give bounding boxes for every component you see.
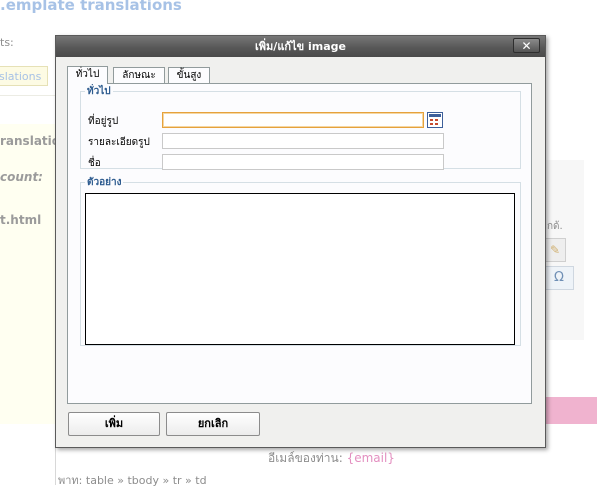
tab-advanced[interactable]: ขั้นสูง	[168, 67, 210, 83]
translations-tab[interactable]: slations	[0, 66, 48, 86]
tab-panel: ทั่วไป ที่อยู่รูป รายละเอียดรูป ชื่อ ตัว…	[67, 83, 532, 404]
status-path: พาท: table » tbody » tr » td	[58, 471, 207, 489]
insert-button[interactable]: เพิ่ม	[68, 412, 160, 436]
tab-appearance[interactable]: ลักษณะ	[113, 67, 165, 83]
file-browser-icon[interactable]	[427, 112, 443, 128]
count-label: count:	[0, 170, 43, 184]
image-url-label: ที่อยู่รูป	[88, 116, 119, 127]
left-panel	[0, 124, 56, 424]
email-line: อีเมล์ของท่าน: {email}	[268, 449, 395, 468]
image-url-input[interactable]	[162, 112, 424, 128]
image-dialog: เพิ่ม/แก้ไข image ✕ ทั่วไป ลักษณะ ขั้นสู…	[55, 35, 546, 448]
preview-legend: ตัวอย่าง	[87, 177, 122, 188]
email-variable: {email}	[346, 451, 395, 465]
general-legend: ทั่วไป	[87, 86, 111, 97]
close-icon: ✕	[521, 39, 532, 53]
email-label: อีเมล์ของท่าน:	[268, 451, 343, 465]
dialog-title: เพิ่ม/แก้ไข image	[255, 40, 346, 53]
title-label: ชื่อ	[88, 158, 101, 169]
image-description-input[interactable]	[162, 133, 444, 149]
file-link[interactable]: t.html	[0, 213, 41, 227]
tab-general[interactable]: ทั่วไป	[67, 66, 108, 84]
title-input[interactable]	[162, 154, 444, 170]
cancel-button[interactable]: ยกเลิก	[166, 412, 260, 436]
close-button[interactable]: ✕	[513, 38, 540, 53]
edit-icon[interactable]: ✎	[544, 238, 566, 262]
page-subtitle: ts:	[0, 36, 14, 49]
image-description-label: รายละเอียดรูป	[88, 137, 150, 148]
special-char-icon[interactable]: Ω	[544, 266, 574, 290]
path-text: table » tbody » tr » td	[85, 474, 207, 487]
image-preview	[85, 193, 515, 345]
divider	[0, 95, 56, 96]
dialog-titlebar[interactable]: เพิ่ม/แก้ไข image ✕	[56, 36, 545, 57]
path-prefix: พาท:	[58, 474, 83, 487]
page-title: .emplate translations	[0, 0, 182, 14]
editor-fragment-text: กด้.	[547, 221, 563, 232]
highlight-bar	[543, 397, 597, 424]
